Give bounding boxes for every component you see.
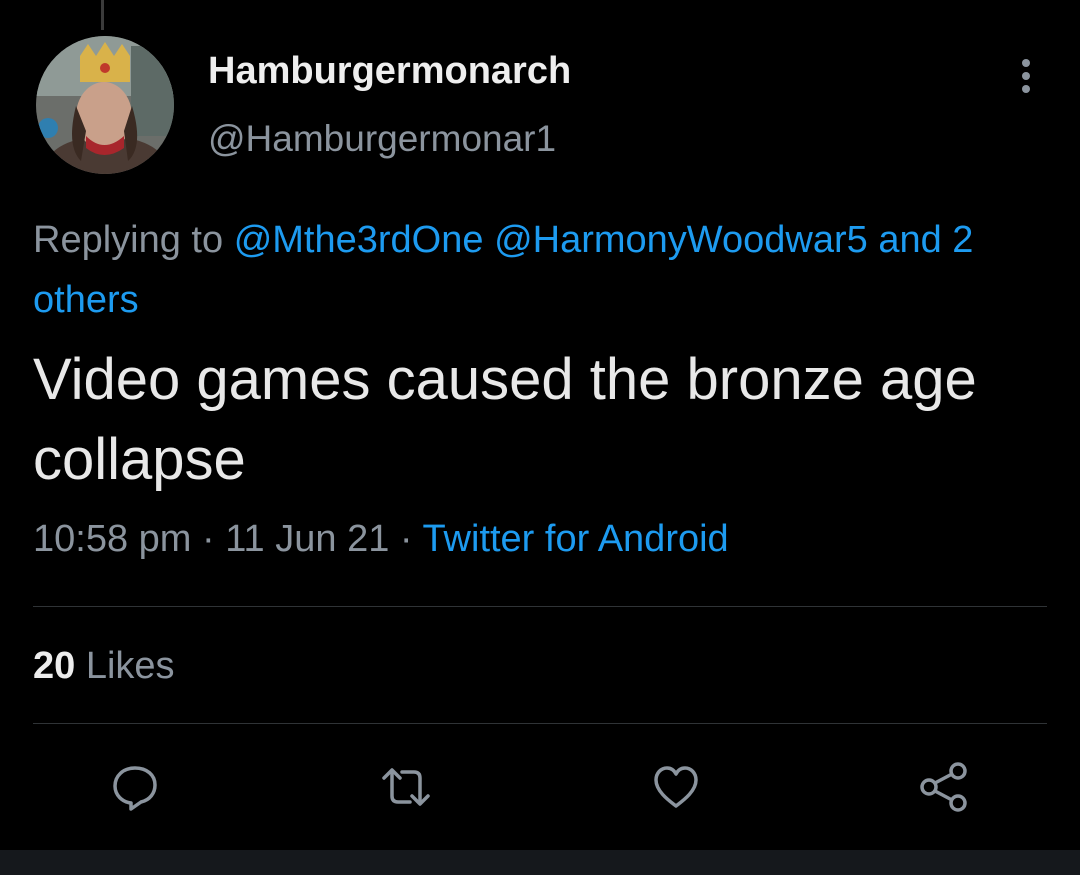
likes-summary[interactable]: 20 Likes <box>33 645 175 688</box>
retweet-icon <box>380 762 432 817</box>
bottom-bar <box>0 850 1080 875</box>
retweet-button[interactable] <box>380 763 432 815</box>
meta-separator: · <box>399 518 413 560</box>
tweet-time[interactable]: 10:58 pm <box>33 518 191 560</box>
reply-button[interactable] <box>109 763 161 815</box>
divider <box>33 606 1047 607</box>
like-button[interactable] <box>650 763 702 815</box>
mention-link[interactable]: @Mthe3rdOne <box>234 219 484 261</box>
mention-link[interactable]: @HarmonyWoodwar5 <box>494 219 868 261</box>
heart-icon <box>651 762 701 817</box>
avatar[interactable] <box>36 36 174 174</box>
reply-bubble-icon <box>110 762 160 817</box>
tweet-meta: 10:58 pm · 11 Jun 21 · Twitter for Andro… <box>33 518 729 561</box>
likes-label: Likes <box>85 645 175 687</box>
user-handle[interactable]: @Hamburgermonar1 <box>208 118 556 160</box>
tweet-source-link[interactable]: Twitter for Android <box>422 518 728 560</box>
tweet-date[interactable]: 11 Jun 21 <box>225 518 389 560</box>
tweet-text: Video games caused the bronze age collap… <box>33 347 977 492</box>
more-vertical-icon[interactable] <box>1008 58 1044 94</box>
divider <box>33 723 1047 724</box>
share-icon <box>918 761 970 818</box>
meta-separator: · <box>202 518 215 560</box>
display-name[interactable]: Hamburgermonarch <box>208 50 571 93</box>
share-button[interactable] <box>918 761 970 818</box>
replying-to: Replying to @Mthe3rdOne @HarmonyWoodwar5… <box>33 210 1043 330</box>
likes-count: 20 <box>33 645 76 687</box>
thread-connector-line <box>101 0 104 30</box>
replying-to-label: Replying to <box>33 219 224 261</box>
